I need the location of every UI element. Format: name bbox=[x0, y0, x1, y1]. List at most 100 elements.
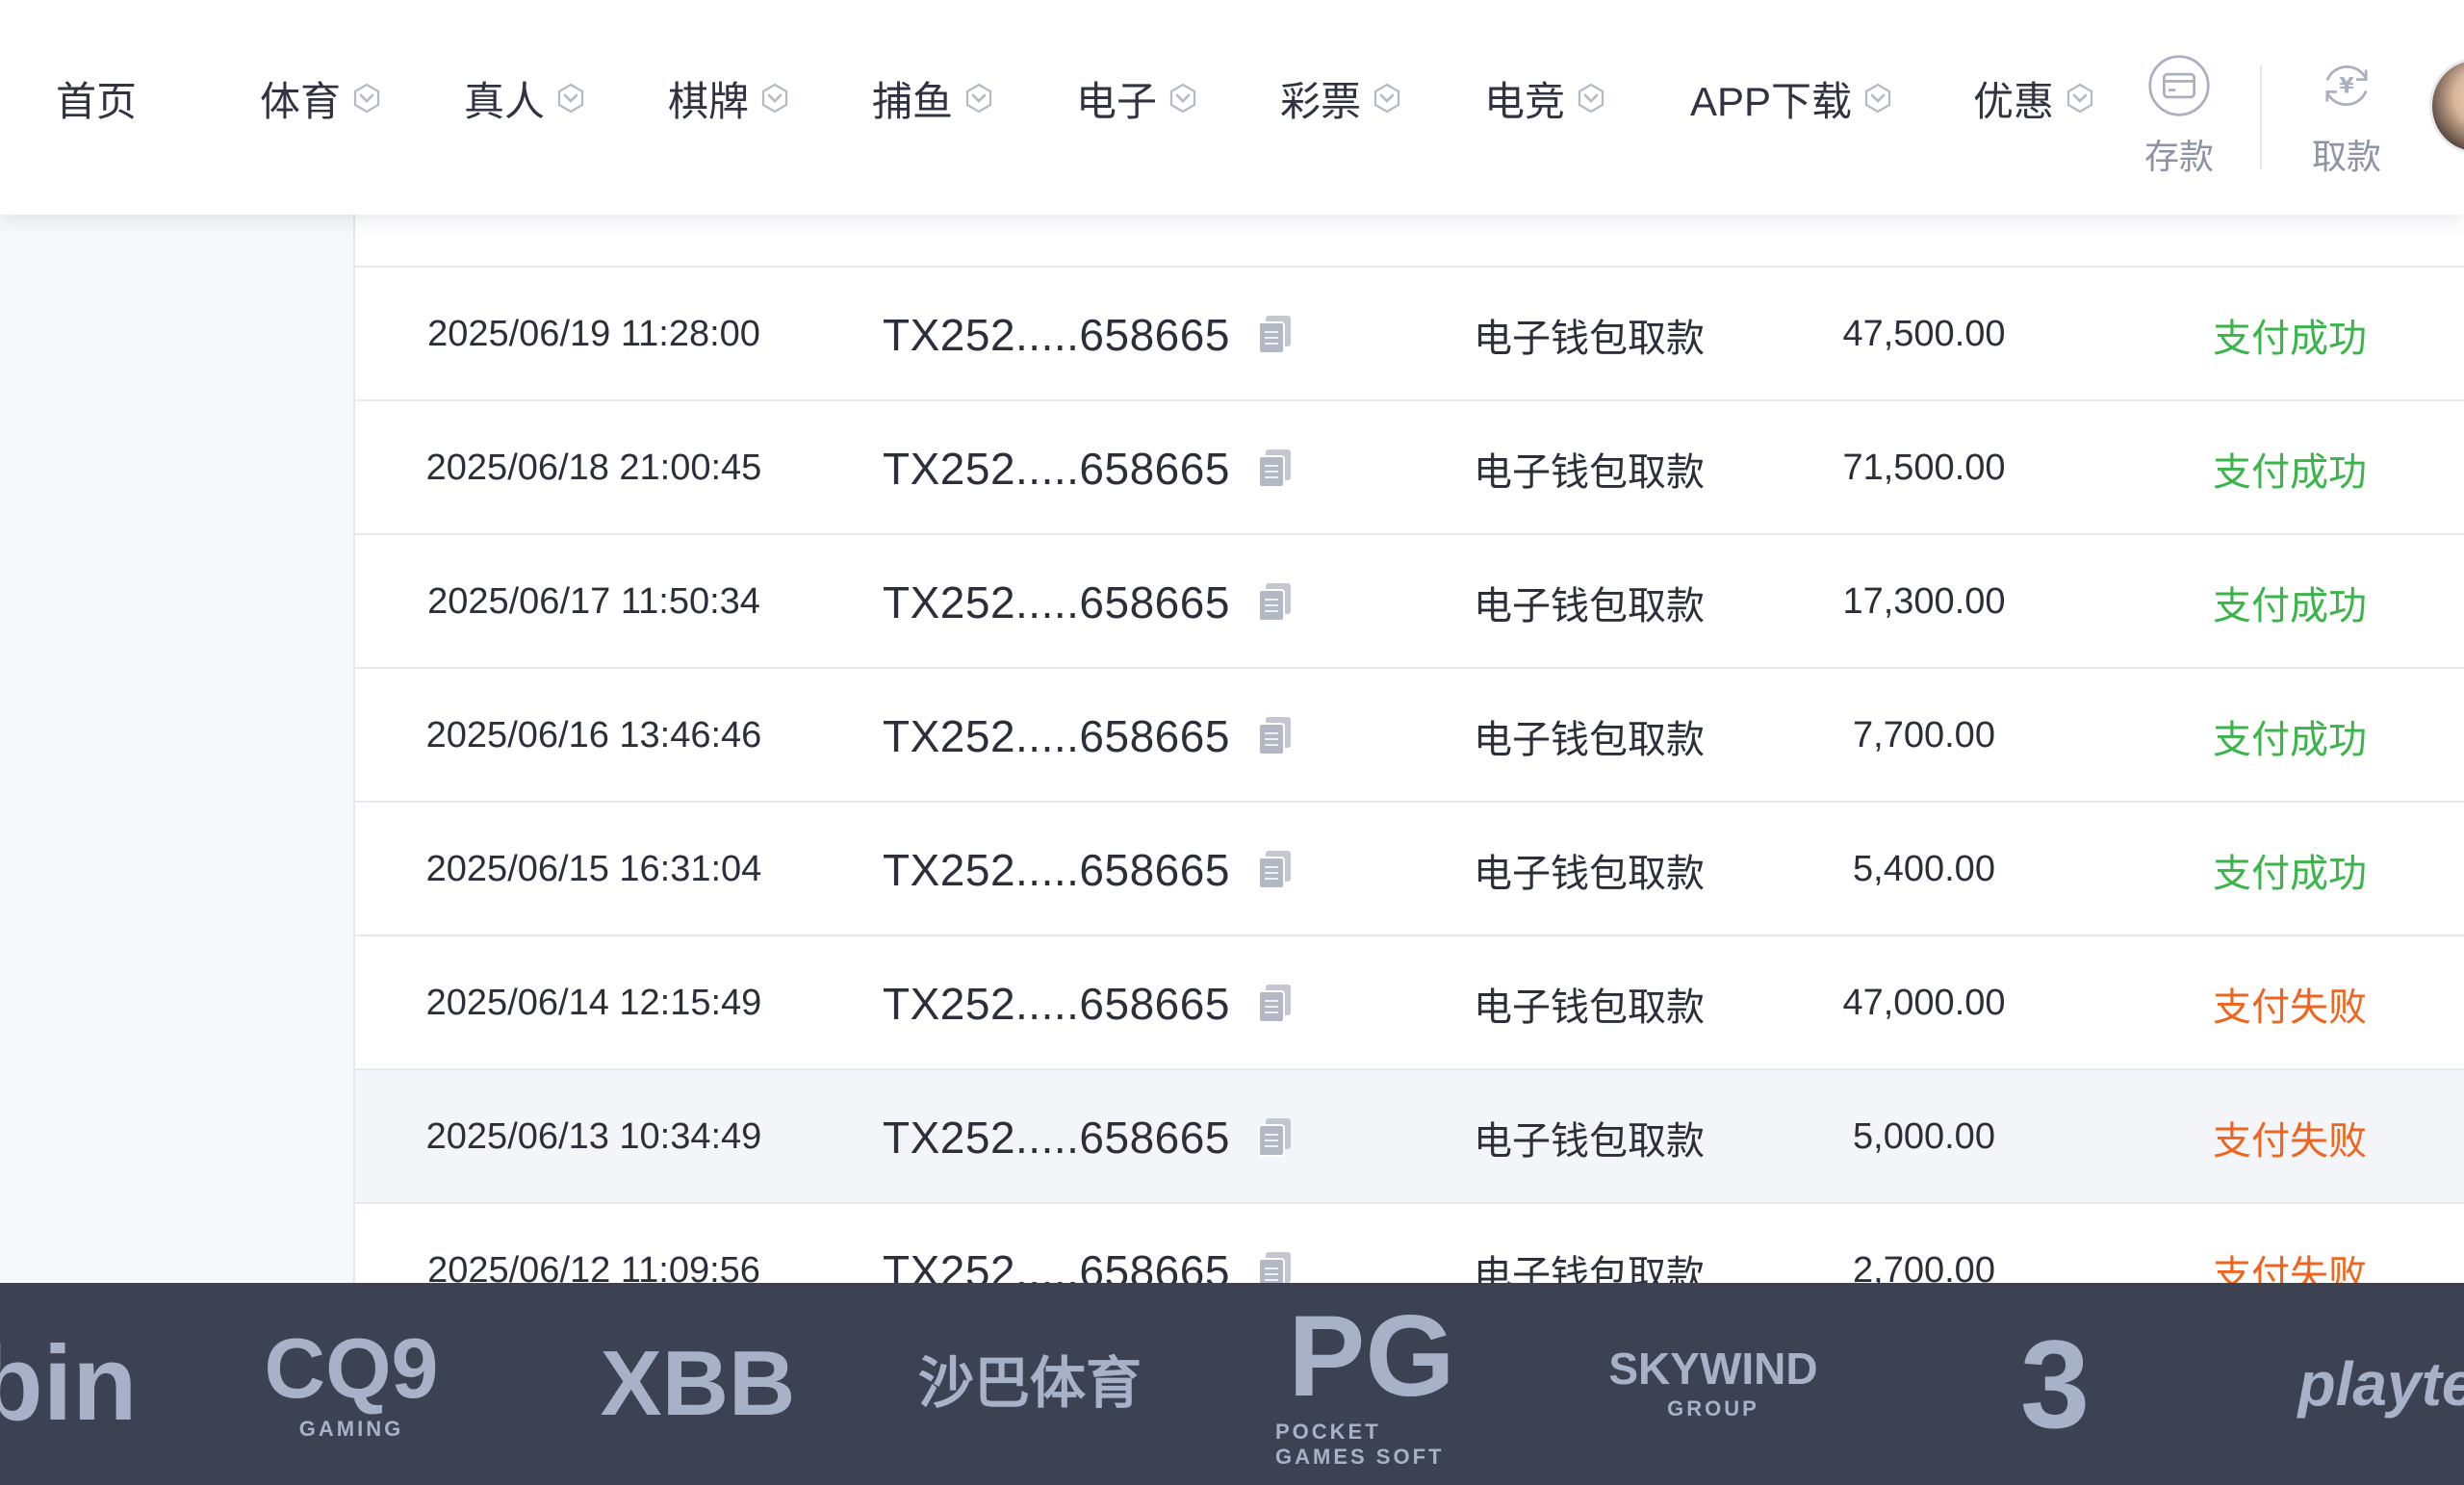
record-time: 2025/06/14 12:15:49 bbox=[425, 983, 762, 1023]
nav-item-7[interactable]: 电竞 bbox=[1484, 69, 1607, 127]
skywind-logo: SKYWIND GROUP bbox=[1559, 1283, 1867, 1485]
withdraw-label: 取款 bbox=[2311, 137, 2381, 176]
nav-item-label: APP下载 bbox=[1690, 78, 1853, 124]
record-time: 2025/06/13 10:34:49 bbox=[425, 1116, 762, 1157]
nav-item-label: 电竞 bbox=[1484, 78, 1566, 124]
copy-icon[interactable] bbox=[1254, 669, 1296, 803]
copy-icon[interactable] bbox=[1254, 936, 1296, 1070]
record-time: 2025/06/19 11:28:00 bbox=[427, 314, 760, 354]
copy-icon[interactable] bbox=[1254, 268, 1296, 401]
record-type: 电子钱包取款 bbox=[1474, 1119, 1705, 1163]
logo-subtext: GROUP bbox=[1667, 1396, 1759, 1421]
chevron-down-icon bbox=[1575, 82, 1607, 115]
logo-text: PG bbox=[1288, 1292, 1455, 1421]
withdraw-records-table: 2025/06/19 11:28:00 TX252.....658665 电子钱包取… bbox=[353, 215, 2464, 1283]
nav-item-label: 棋牌 bbox=[668, 78, 750, 124]
copy-icon[interactable] bbox=[1254, 1070, 1296, 1204]
logo-subtext: GAMING bbox=[298, 1417, 404, 1441]
nav-item-9[interactable]: 优惠 bbox=[1973, 69, 2096, 127]
logo-text: CQ9 bbox=[264, 1320, 439, 1416]
record-type: 电子钱包取款 bbox=[1474, 1253, 1705, 1284]
record-amount: 17,300.00 bbox=[1842, 581, 2006, 622]
nav-item-label: 电子 bbox=[1076, 78, 1158, 124]
chevron-down-icon bbox=[962, 82, 995, 115]
status-badge: 支付失败 bbox=[2213, 986, 2367, 1029]
record-order-id: TX252.....658665 bbox=[883, 1245, 1230, 1284]
record-type: 电子钱包取款 bbox=[1474, 584, 1705, 627]
record-time: 2025/06/15 16:31:04 bbox=[425, 849, 762, 889]
record-time: 2025/06/17 11:50:34 bbox=[427, 581, 760, 622]
nav-item-3[interactable]: 棋牌 bbox=[668, 69, 791, 127]
record-order-id: TX252.....658665 bbox=[883, 1112, 1230, 1163]
table-row: 2025/06/15 16:31:04 TX252.....658665 电子钱包取… bbox=[355, 803, 2464, 936]
playtech-logo: playte bbox=[2243, 1283, 2464, 1485]
top-navigation: 首页 体育 真人 棋牌 捕鱼 电子 彩票 电竞 APP下载 优惠 存款 ¥ 取款 bbox=[0, 0, 2464, 215]
logo-text: playte bbox=[2297, 1349, 2464, 1419]
chevron-down-icon bbox=[758, 82, 791, 115]
saba-logo: 沙巴体育 bbox=[895, 1283, 1165, 1485]
record-amount: 47,000.00 bbox=[1842, 983, 2006, 1023]
record-order-id: TX252.....658665 bbox=[883, 576, 1230, 627]
table-row: 2025/06/16 13:46:46 TX252.....658665 电子钱包取… bbox=[355, 669, 2464, 803]
nav-item-label: 真人 bbox=[464, 78, 546, 124]
record-time: 2025/06/12 11:09:56 bbox=[427, 1250, 760, 1283]
record-type: 电子钱包取款 bbox=[1474, 317, 1705, 360]
3-logo: 3 bbox=[1997, 1283, 2113, 1485]
table-row: 2025/06/12 11:09:56 TX252.....658665 电子钱包取… bbox=[355, 1204, 2464, 1283]
nav-item-2[interactable]: 真人 bbox=[464, 69, 587, 127]
nav-item-8[interactable]: APP下载 bbox=[1690, 69, 1894, 127]
deposit-button[interactable]: 存款 bbox=[2121, 54, 2237, 179]
copy-icon[interactable] bbox=[1254, 803, 1296, 936]
copy-icon[interactable] bbox=[1254, 535, 1296, 669]
table-row: 2025/06/13 10:34:49 TX252.....658665 电子钱包取… bbox=[355, 1070, 2464, 1204]
record-type: 电子钱包取款 bbox=[1474, 986, 1705, 1029]
yuan-refresh-icon: ¥ bbox=[2325, 64, 2368, 107]
record-order-id: TX252.....658665 bbox=[883, 978, 1230, 1029]
table-row: 2025/06/17 11:50:34 TX252.....658665 电子钱包取… bbox=[355, 535, 2464, 669]
logo-subtext: POCKET GAMES SOFT bbox=[1275, 1420, 1445, 1469]
chevron-down-icon bbox=[1371, 82, 1403, 115]
cq9-logo: CQ9 GAMING bbox=[241, 1283, 462, 1485]
record-type: 电子钱包取款 bbox=[1474, 852, 1705, 895]
nav-item-6[interactable]: 彩票 bbox=[1280, 69, 1403, 127]
bbin-logo: bin bbox=[0, 1283, 154, 1485]
svg-text:¥: ¥ bbox=[2339, 74, 2354, 98]
deposit-label: 存款 bbox=[2143, 137, 2214, 176]
status-badge: 支付失败 bbox=[2213, 1119, 2367, 1163]
record-amount: 2,700.00 bbox=[1853, 1250, 1995, 1283]
nav-item-4[interactable]: 捕鱼 bbox=[872, 69, 995, 127]
record-time: 2025/06/18 21:00:45 bbox=[425, 448, 762, 488]
table-row: 2025/06/19 11:28:00 TX252.....658665 电子钱包取… bbox=[355, 268, 2464, 401]
logo-text: 3 bbox=[2019, 1314, 2091, 1454]
record-amount: 5,400.00 bbox=[1853, 849, 1995, 889]
record-order-id: TX252.....658665 bbox=[883, 844, 1230, 895]
record-order-id: TX252.....658665 bbox=[883, 309, 1230, 360]
nav-item-label: 体育 bbox=[260, 78, 342, 124]
nav-divider bbox=[2260, 65, 2262, 169]
record-order-id: TX252.....658665 bbox=[883, 443, 1230, 494]
xbb-logo: XBB bbox=[553, 1283, 842, 1485]
nav-item-label: 捕鱼 bbox=[872, 78, 954, 124]
partner-logo-bar: bin CQ9 GAMING XBB 沙巴体育 PG POCKET GAMES SOFT SK… bbox=[0, 1283, 2464, 1485]
chevron-down-icon bbox=[554, 82, 587, 115]
record-amount: 7,700.00 bbox=[1853, 715, 1995, 755]
record-amount: 47,500.00 bbox=[1842, 314, 2006, 354]
status-badge: 支付成功 bbox=[2213, 718, 2367, 761]
status-badge: 支付成功 bbox=[2213, 584, 2367, 627]
record-amount: 71,500.00 bbox=[1842, 448, 2006, 488]
status-badge: 支付成功 bbox=[2213, 317, 2367, 360]
nav-item-0[interactable]: 首页 bbox=[56, 69, 137, 127]
record-type: 电子钱包取款 bbox=[1474, 718, 1705, 761]
record-amount: 5,000.00 bbox=[1853, 1116, 1995, 1157]
withdraw-button[interactable]: ¥ 取款 bbox=[2289, 54, 2404, 179]
chevron-down-icon bbox=[1167, 82, 1199, 115]
copy-icon[interactable] bbox=[1254, 401, 1296, 535]
nav-item-1[interactable]: 体育 bbox=[260, 69, 383, 127]
nav-item-5[interactable]: 电子 bbox=[1076, 69, 1199, 127]
status-badge: 支付成功 bbox=[2213, 852, 2367, 895]
avatar[interactable] bbox=[2429, 58, 2464, 154]
chevron-down-icon bbox=[350, 82, 383, 115]
record-time: 2025/06/16 13:46:46 bbox=[425, 715, 762, 755]
copy-icon[interactable] bbox=[1254, 1204, 1296, 1283]
chevron-down-icon bbox=[2064, 82, 2096, 115]
